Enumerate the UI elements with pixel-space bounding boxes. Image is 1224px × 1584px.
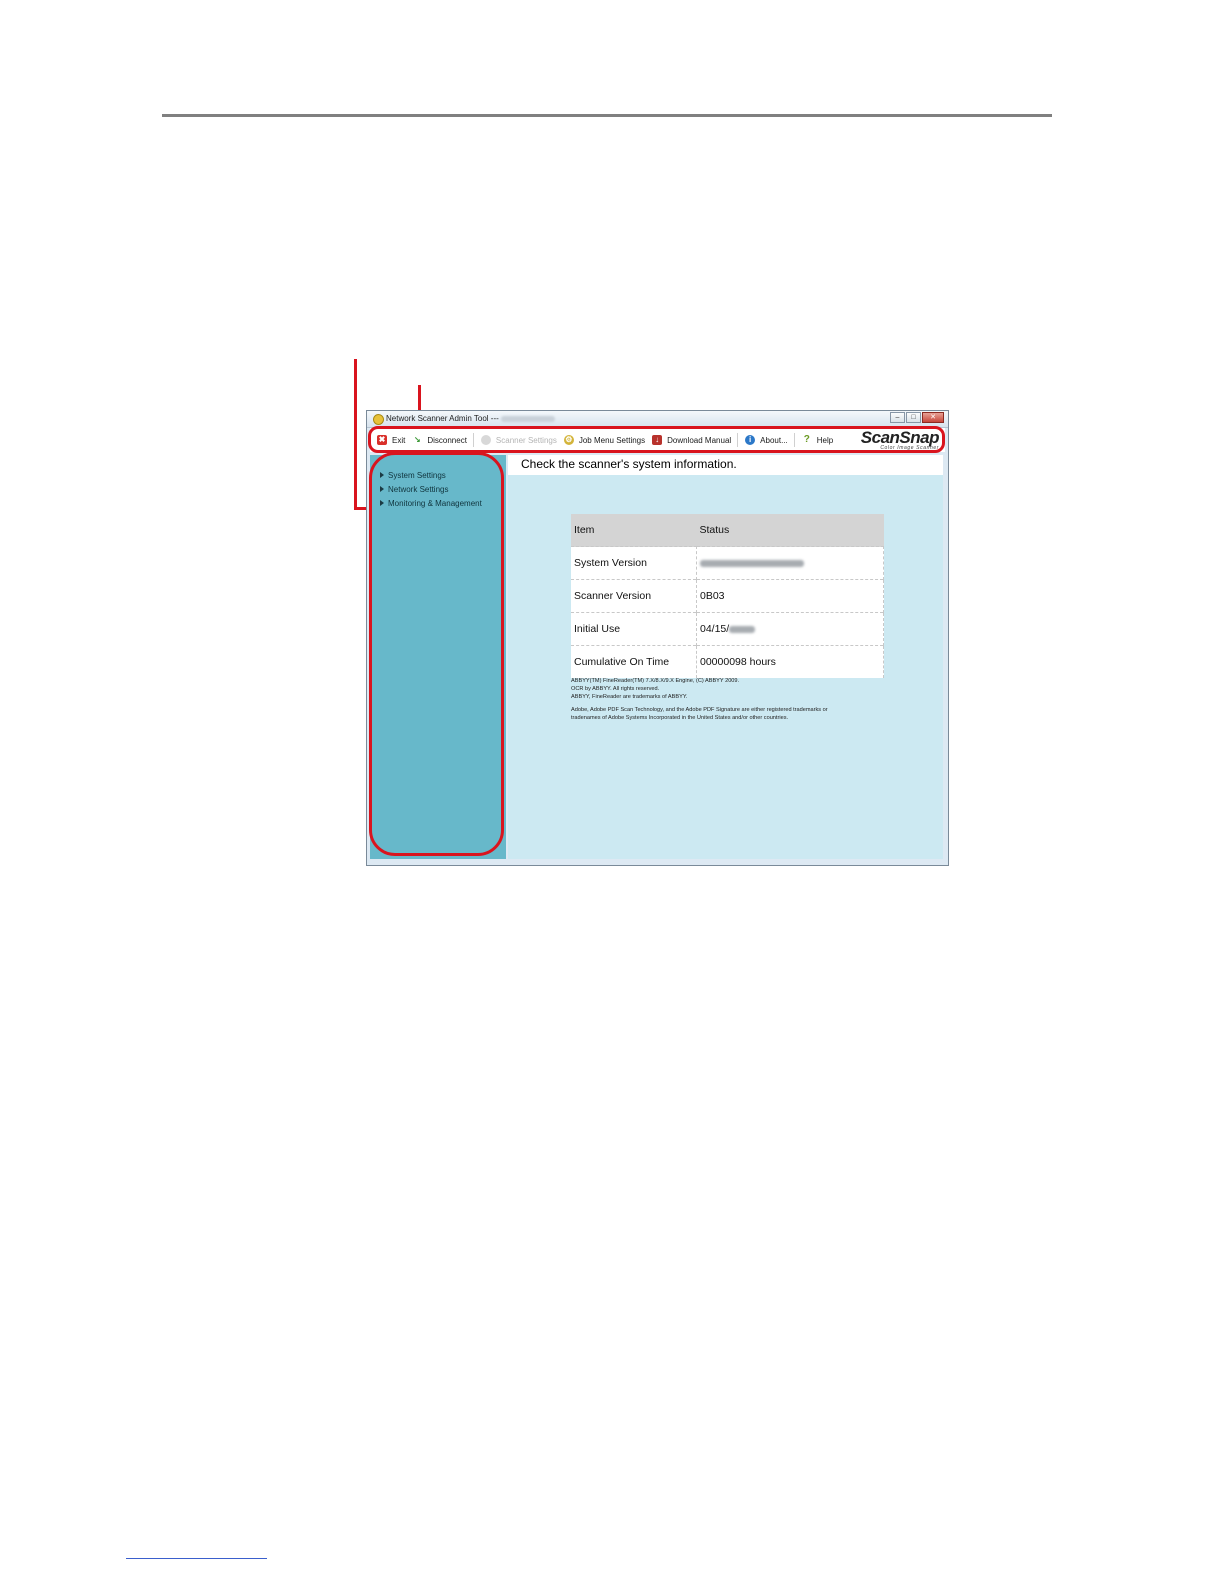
- table-row: Cumulative On Time 00000098 hours: [571, 645, 884, 678]
- row-label: Cumulative On Time: [571, 645, 697, 678]
- row-value: 0B03: [696, 579, 884, 613]
- sidebar-highlight: [369, 452, 504, 856]
- column-header-status: Status: [696, 514, 884, 547]
- blurred-value: [729, 625, 756, 633]
- trademark-notes: ABBYY(TM) FineReader(TM) 7.X/8.X/9.X Eng…: [571, 677, 891, 727]
- close-button[interactable]: ✕: [922, 412, 944, 423]
- window-title: Network Scanner Admin Tool ---: [386, 414, 499, 423]
- adobe-notice: Adobe, Adobe PDF Scan Technology, and th…: [571, 707, 828, 721]
- content-header: Check the scanner's system information.: [508, 455, 943, 475]
- abbyy-notice: ABBYY(TM) FineReader(TM) 7.X/8.X/9.X Eng…: [571, 678, 740, 700]
- header-rule: [162, 114, 1052, 117]
- maximize-button[interactable]: □: [906, 412, 921, 423]
- system-info-table: Item Status System Version Scanner Versi…: [571, 514, 884, 678]
- page-heading: Check the scanner's system information.: [521, 457, 737, 471]
- main-content: Check the scanner's system information. …: [508, 455, 943, 859]
- blurred-host-name: [501, 416, 555, 422]
- sidebar-callout-line: [354, 359, 357, 509]
- table-row: Scanner Version 0B03: [571, 579, 884, 613]
- row-label: Scanner Version: [571, 579, 697, 613]
- table-header-row: Item Status: [571, 514, 884, 547]
- window-controls: – □ ✕: [890, 412, 944, 423]
- table-row: System Version: [571, 546, 884, 580]
- app-icon: [373, 414, 384, 425]
- row-label: Initial Use: [571, 612, 697, 646]
- column-header-item: Item: [571, 514, 697, 547]
- row-label: System Version: [571, 546, 697, 580]
- row-value: 00000098 hours: [696, 645, 884, 678]
- row-value: [696, 546, 884, 580]
- footnote-rule: [126, 1558, 267, 1559]
- row-value: 04/15/: [696, 612, 884, 646]
- toolbar-highlight: [368, 426, 945, 453]
- blurred-value: [700, 559, 804, 567]
- minimize-button[interactable]: –: [890, 412, 905, 423]
- table-row: Initial Use 04/15/: [571, 612, 884, 646]
